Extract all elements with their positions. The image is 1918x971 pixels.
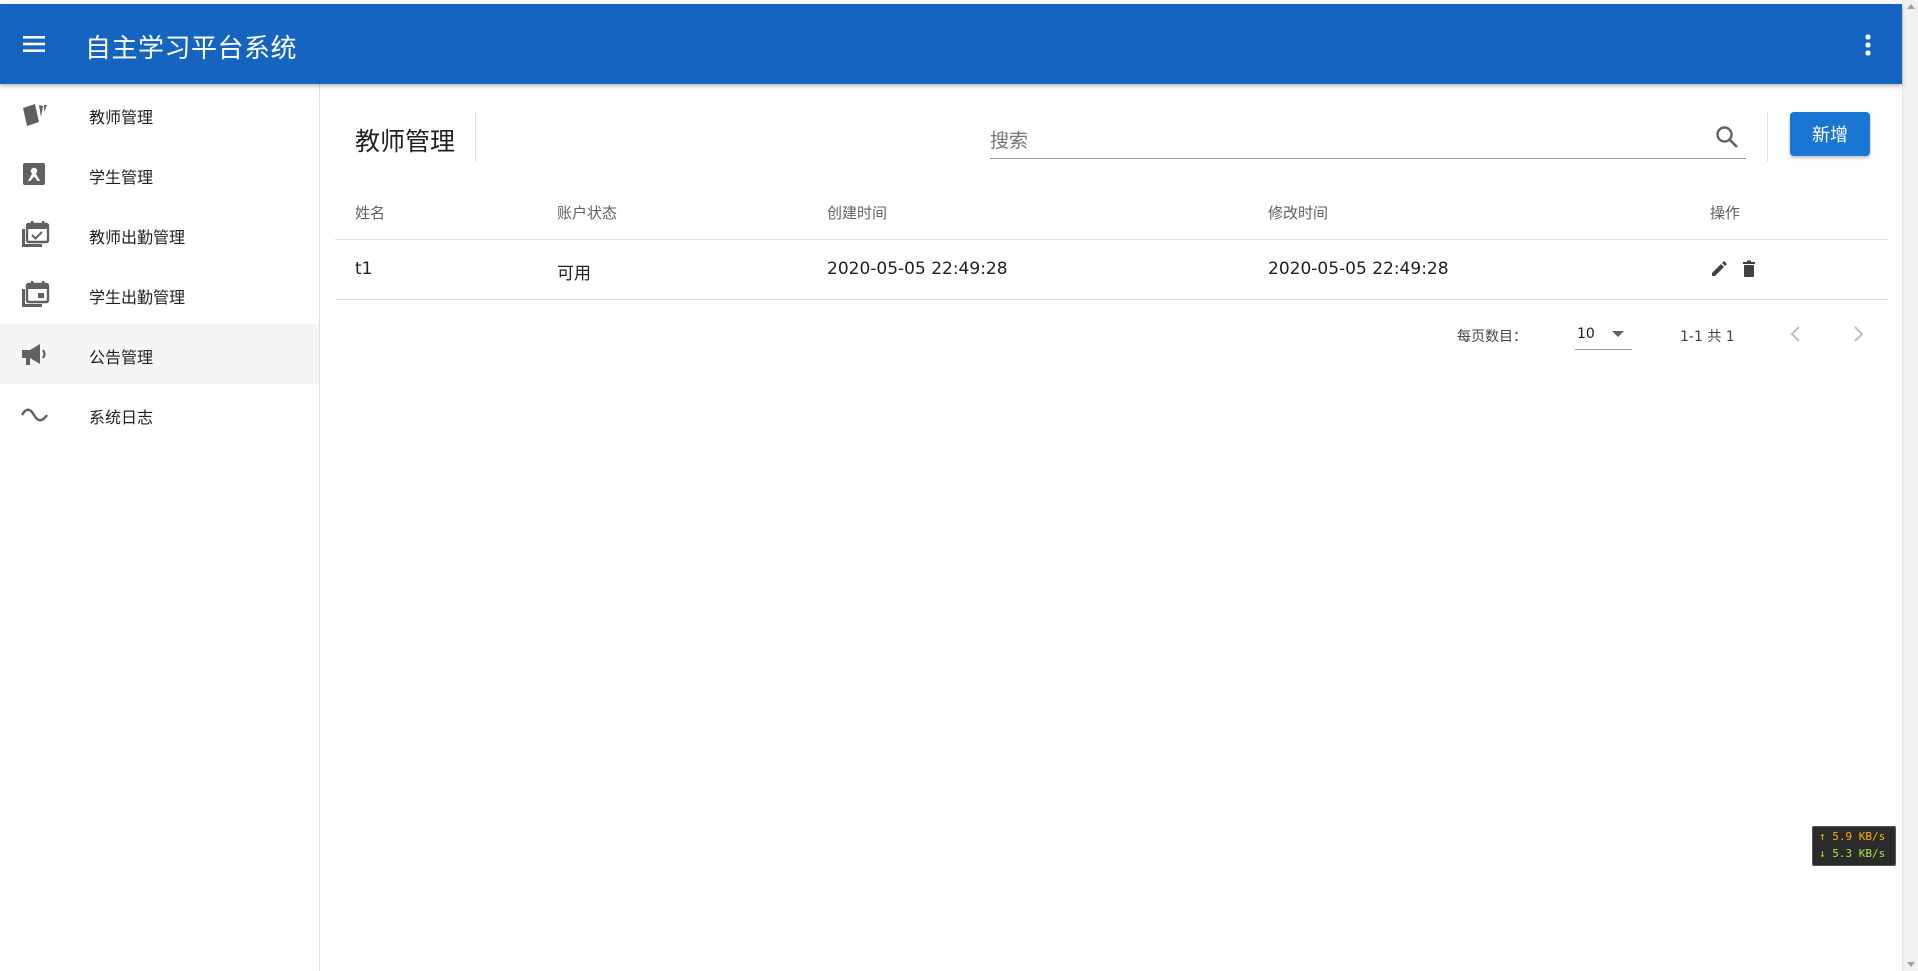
scroll-down-arrow-icon[interactable] <box>1907 962 1915 967</box>
sidebar: 教师管理 学生管理 教师出勤管理 学生出勤管理 公告管理 系统日志 <box>0 84 320 971</box>
cell-modified: 2020-05-05 22:49:28 <box>1268 259 1449 279</box>
column-header-name[interactable]: 姓名 <box>355 202 385 223</box>
scrollbar[interactable] <box>1902 0 1918 971</box>
rows-per-page-label: 每页数目： <box>1457 329 1527 345</box>
sidebar-item-label: 教师出勤管理 <box>89 228 186 247</box>
sidebar-item-teacher-management[interactable]: 教师管理 <box>0 84 319 144</box>
wave-icon <box>20 400 50 430</box>
column-header-status[interactable]: 账户状态 <box>557 202 617 223</box>
pagination-range: 1-1 共 1 <box>1680 329 1735 345</box>
more-vert-icon[interactable] <box>1858 28 1878 62</box>
sidebar-item-teacher-attendance[interactable]: 教师出勤管理 <box>0 204 319 264</box>
next-page-button[interactable] <box>1846 320 1870 348</box>
sidebar-item-label: 学生管理 <box>89 168 154 187</box>
download-speed: ↓ 5.3 KB/s <box>1819 847 1886 860</box>
main-content: 教师管理 搜索 新增 姓名 账户状态 创建时间 修改时间 操作 t1 可用 20… <box>320 84 1902 971</box>
rows-per-page-value: 10 <box>1577 326 1595 342</box>
sidebar-item-label: 系统日志 <box>89 408 154 427</box>
page-title: 教师管理 <box>355 127 456 156</box>
cards-icon <box>20 100 50 130</box>
sidebar-item-label: 公告管理 <box>89 348 154 367</box>
calendar-stack-icon <box>20 280 50 310</box>
chevron-left-icon <box>1790 326 1800 342</box>
menu-icon[interactable] <box>18 30 52 58</box>
cell-name: t1 <box>355 259 373 279</box>
prev-page-button[interactable] <box>1784 320 1808 348</box>
account-box-icon <box>20 160 50 190</box>
divider <box>475 112 476 162</box>
app-bar: 自主学习平台系统 <box>0 4 1902 84</box>
column-header-actions: 操作 <box>1710 204 1741 222</box>
upload-speed: ↑ 5.9 KB/s <box>1819 830 1886 843</box>
column-header-created[interactable]: 创建时间 <box>827 202 887 223</box>
sidebar-item-system-log[interactable]: 系统日志 <box>0 384 319 444</box>
app-title: 自主学习平台系统 <box>85 34 298 64</box>
divider <box>1767 112 1768 162</box>
table-header: 姓名 账户状态 创建时间 修改时间 操作 <box>335 184 1888 240</box>
column-header-modified[interactable]: 修改时间 <box>1268 202 1328 223</box>
chevron-down-icon <box>1612 331 1624 337</box>
add-button[interactable]: 新增 <box>1790 112 1870 156</box>
network-speed-widget: ↑ 5.9 KB/s ↓ 5.3 KB/s <box>1812 826 1896 866</box>
sidebar-item-student-attendance[interactable]: 学生出勤管理 <box>0 264 319 324</box>
sidebar-item-label: 学生出勤管理 <box>89 288 186 307</box>
sidebar-item-label: 教师管理 <box>89 108 154 127</box>
table-row: t1 可用 2020-05-05 22:49:28 2020-05-05 22:… <box>335 240 1888 300</box>
chevron-right-icon <box>1854 326 1864 342</box>
scroll-up-arrow-icon[interactable] <box>1907 4 1915 9</box>
sidebar-item-student-management[interactable]: 学生管理 <box>0 144 319 204</box>
megaphone-icon <box>20 340 50 370</box>
cell-status: 可用 <box>557 264 591 284</box>
rows-per-page-select[interactable]: 10 <box>1575 316 1632 350</box>
search-placeholder: 搜索 <box>990 130 1029 152</box>
search-input[interactable]: 搜索 <box>990 114 1746 159</box>
sidebar-item-announcement[interactable]: 公告管理 <box>0 324 319 384</box>
search-icon[interactable] <box>1714 124 1740 150</box>
calendar-check-icon <box>20 220 50 250</box>
cell-created: 2020-05-05 22:49:28 <box>827 259 1008 279</box>
delete-icon[interactable] <box>1739 259 1759 279</box>
edit-icon[interactable] <box>1709 259 1729 279</box>
